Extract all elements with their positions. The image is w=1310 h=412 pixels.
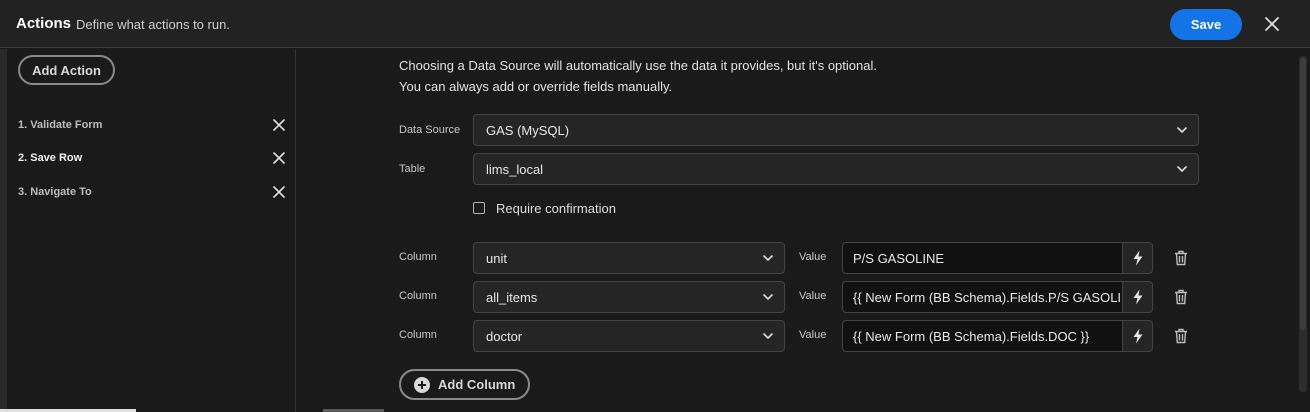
action-item-label: 1. Validate Form <box>18 119 103 131</box>
remove-action-icon[interactable] <box>272 185 286 199</box>
value-input-doctor[interactable] <box>842 320 1122 352</box>
value-label: Value <box>799 251 827 263</box>
action-item-label: 3. Navigate To <box>18 186 92 198</box>
modal-subtitle: Define what actions to run. <box>76 17 230 32</box>
data-source-label: Data Source <box>399 124 461 136</box>
column-select-all-items[interactable]: all_items <box>473 281 785 313</box>
chevron-down-icon <box>1176 126 1188 134</box>
action-item-navigate-to[interactable]: 3. Navigate To <box>18 181 288 203</box>
remove-action-icon[interactable] <box>272 151 286 165</box>
chevron-down-icon <box>762 254 774 262</box>
value-input-unit[interactable] <box>842 242 1122 274</box>
bolt-icon[interactable] <box>1122 242 1153 274</box>
value-label: Value <box>799 290 827 302</box>
bolt-icon[interactable] <box>1122 320 1153 352</box>
action-item-label: 2. Save Row <box>18 152 83 164</box>
column-value: all_items <box>486 289 538 305</box>
value-input-all-items[interactable] <box>842 281 1122 313</box>
modal-header: Actions Define what actions to run. Save <box>0 0 1310 48</box>
action-item-save-row[interactable]: 2. Save Row <box>18 147 288 169</box>
sidebar-edge <box>0 49 7 412</box>
column-label: Column <box>399 251 437 263</box>
save-button[interactable]: Save <box>1170 9 1242 40</box>
bolt-icon[interactable] <box>1122 281 1153 313</box>
info-text-line2: You can always add or override fields ma… <box>399 79 673 94</box>
close-icon[interactable] <box>1262 14 1282 34</box>
add-column-label: Add Column <box>438 377 516 392</box>
table-select[interactable]: lims_local <box>473 153 1199 185</box>
column-label: Column <box>399 329 437 341</box>
actions-sidebar: Add Action 1. Validate Form 2. Save Row … <box>0 49 296 412</box>
modal-title: Actions <box>16 15 72 32</box>
add-column-button[interactable]: Add Column <box>399 369 530 400</box>
remove-action-icon[interactable] <box>272 118 286 132</box>
require-confirmation-label: Require confirmation <box>496 200 616 216</box>
trash-icon[interactable] <box>1173 328 1189 344</box>
value-label: Value <box>799 329 827 341</box>
column-value: unit <box>486 250 507 266</box>
chevron-down-icon <box>762 332 774 340</box>
trash-icon[interactable] <box>1173 289 1189 305</box>
column-value: doctor <box>486 328 523 344</box>
table-value: lims_local <box>486 161 544 177</box>
info-text-line1: Choosing a Data Source will automaticall… <box>399 58 877 73</box>
add-action-button[interactable]: Add Action <box>18 55 115 85</box>
chevron-down-icon <box>762 293 774 301</box>
column-label: Column <box>399 290 437 302</box>
data-source-select[interactable]: GAS (MySQL) <box>473 114 1199 146</box>
action-item-validate-form[interactable]: 1. Validate Form <box>18 114 288 136</box>
checkbox-box[interactable] <box>473 202 485 214</box>
require-confirmation-checkbox[interactable]: Require confirmation <box>473 200 616 216</box>
chevron-down-icon <box>1176 165 1188 173</box>
data-source-value: GAS (MySQL) <box>486 122 570 138</box>
table-label: Table <box>399 163 426 175</box>
scrollbar-thumb[interactable] <box>1300 58 1306 330</box>
column-select-unit[interactable]: unit <box>473 242 785 274</box>
trash-icon[interactable] <box>1173 250 1189 266</box>
column-select-doctor[interactable]: doctor <box>473 320 785 352</box>
plus-circle-icon <box>414 376 430 393</box>
